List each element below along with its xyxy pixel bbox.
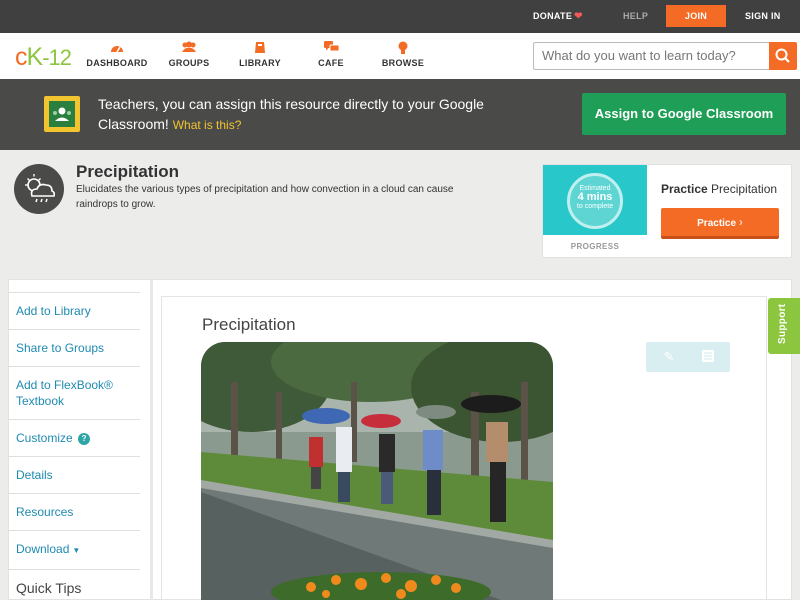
nav-cafe-label: CAFE [318, 58, 344, 68]
support-tab[interactable]: Support [768, 298, 800, 354]
nav-dashboard-label: DASHBOARD [86, 58, 148, 68]
practice-button[interactable]: Practice › [661, 208, 779, 239]
search-input[interactable]: What do you want to learn today? [533, 42, 770, 70]
dashboard-icon [82, 41, 152, 55]
customize-label: Customize [16, 431, 73, 445]
resource-description: Elucidates the various types of precipit… [76, 184, 454, 210]
library-icon [225, 41, 295, 55]
nav-groups-label: GROUPS [168, 58, 210, 68]
search-button[interactable] [769, 42, 797, 70]
notes-icon[interactable] [700, 349, 716, 365]
caret-down-icon: ▼ [72, 546, 81, 555]
utility-bar: DONATE ❤ HELP JOIN SIGN IN [0, 0, 800, 33]
add-to-flexbook-link[interactable]: Add to FlexBook® Textbook [8, 366, 140, 419]
resources-link[interactable]: Resources [8, 493, 140, 530]
to-complete-label: to complete [576, 203, 614, 210]
help-badge-icon[interactable]: ? [78, 433, 91, 445]
nav-cafe[interactable]: CAFE [296, 41, 366, 68]
share-to-groups-link[interactable]: Share to Groups [8, 329, 140, 366]
customize-link[interactable]: Customize ? [8, 419, 140, 456]
nav-library-label: LIBRARY [239, 58, 281, 68]
google-classroom-banner: Teachers, you can assign this resource d… [0, 79, 800, 150]
ck12-logo[interactable]: cK-12 [15, 43, 72, 72]
download-label: Download [16, 542, 70, 556]
details-link[interactable]: Details [8, 456, 140, 493]
estimated-time-circle: Estimated 4 mins to complete [567, 173, 623, 229]
nav-library[interactable]: LIBRARY [225, 41, 295, 68]
nav-dashboard[interactable]: DASHBOARD [82, 41, 152, 68]
classroom-message-text: Teachers, you can assign this resource d… [98, 96, 484, 132]
join-button[interactable]: JOIN [666, 5, 726, 27]
annotation-toolbar: ✎ [646, 342, 730, 372]
chevron-right-icon: › [738, 215, 743, 229]
rain-cloud-icon [14, 164, 64, 214]
donate-label: DONATE [533, 11, 573, 21]
sign-in-link[interactable]: SIGN IN [745, 11, 781, 21]
search-icon [775, 48, 790, 63]
content-title: Precipitation [202, 315, 296, 334]
practice-card: Estimated 4 mins to complete PROGRESS Pr… [542, 164, 792, 258]
lightbulb-icon [368, 41, 438, 55]
progress-panel: Estimated 4 mins to complete PROGRESS [543, 165, 647, 257]
nav-groups[interactable]: GROUPS [154, 41, 224, 68]
donate-link[interactable]: DONATE ❤ [533, 11, 583, 22]
nav-browse-label: BROWSE [381, 58, 425, 68]
groups-icon [154, 41, 224, 55]
pencil-icon[interactable]: ✎ [661, 349, 677, 365]
panel-divider [150, 279, 153, 600]
rainy-street-photo [201, 342, 553, 600]
resource-sidebar: Add to Library Share to Groups Add to Fl… [8, 292, 140, 596]
resource-title: Precipitation [76, 162, 179, 181]
quick-tips-heading[interactable]: Quick Tips [8, 569, 140, 596]
add-to-library-link[interactable]: Add to Library [8, 292, 140, 329]
google-classroom-logo [44, 96, 80, 132]
assign-to-classroom-button[interactable]: Assign to Google Classroom [582, 93, 786, 135]
nav-browse[interactable]: BROWSE [368, 41, 438, 68]
chat-bubbles-icon [296, 41, 366, 55]
estimated-minutes: 4 mins [577, 191, 613, 203]
practice-button-label: Practice [697, 218, 737, 229]
progress-label: PROGRESS [570, 242, 620, 251]
practice-heading: Practice Precipitation [661, 182, 778, 196]
main-navbar: cK-12 DASHBOARD GROUPS LIBRARY CAFE BROW… [0, 33, 800, 79]
what-is-this-link[interactable]: What is this? [173, 118, 242, 132]
classroom-message: Teachers, you can assign this resource d… [98, 94, 518, 135]
download-link[interactable]: Download ▼ [8, 530, 140, 569]
heart-icon: ❤ [574, 11, 583, 22]
help-link[interactable]: HELP [623, 11, 648, 21]
support-label: Support [777, 303, 788, 344]
